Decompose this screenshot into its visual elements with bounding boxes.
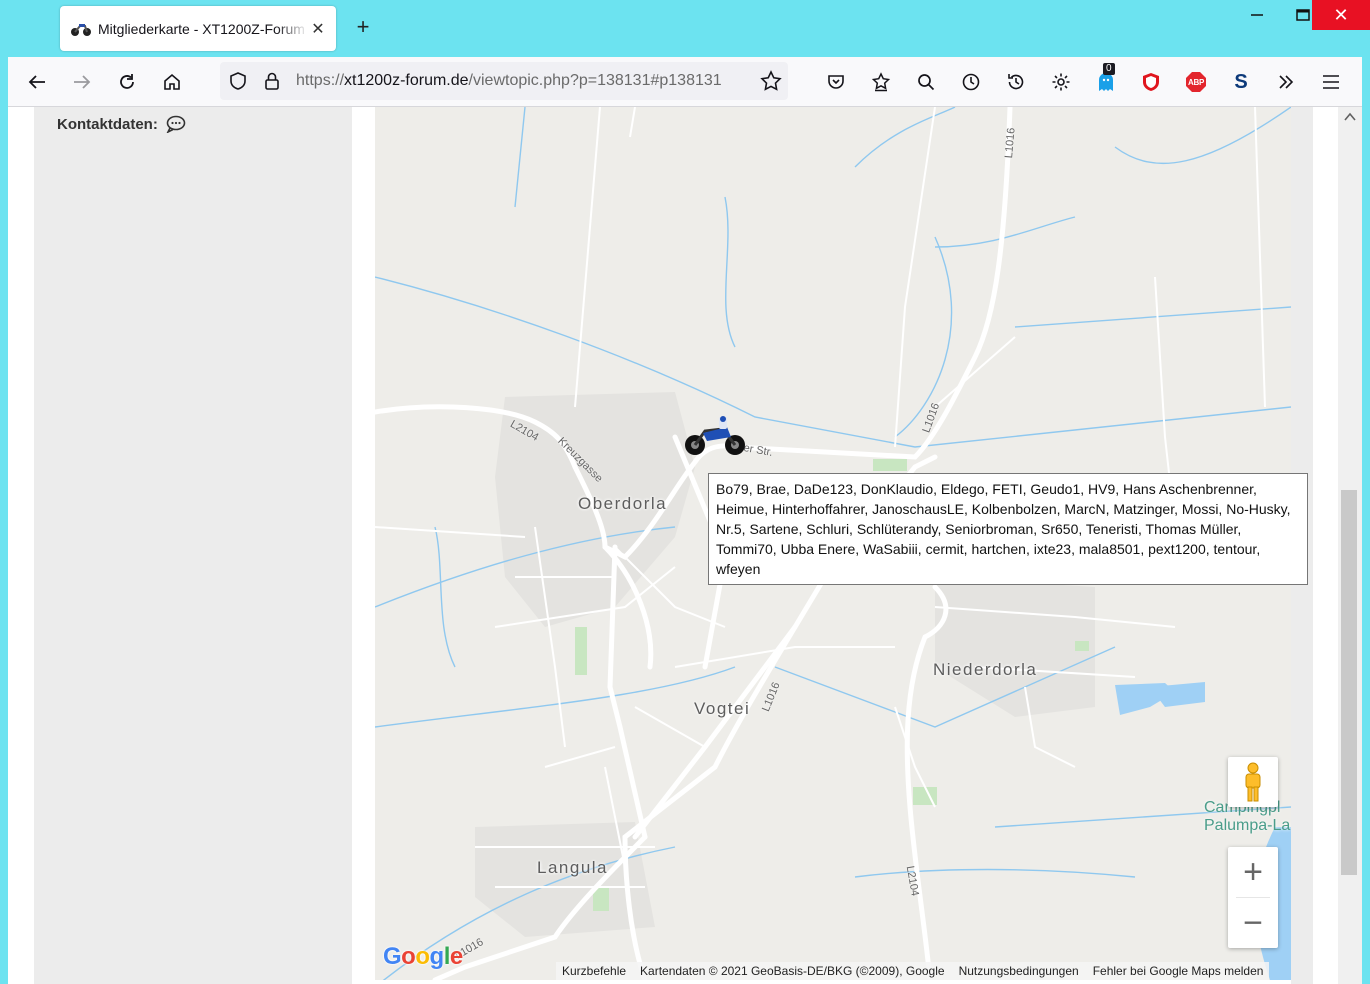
arrow-right-icon	[74, 75, 91, 89]
place-oberdorla: Oberdorla	[578, 494, 668, 513]
lock-icon[interactable]	[263, 71, 281, 91]
report-error-link[interactable]: Fehler bei Google Maps melden	[1093, 964, 1264, 978]
tab-close-icon[interactable]: ✕	[310, 19, 326, 39]
motorcycle-marker-icon[interactable]	[683, 413, 747, 457]
hamburger-icon	[1323, 75, 1339, 89]
overflow-menu-button[interactable]	[1271, 67, 1301, 97]
gear-icon	[1052, 73, 1070, 91]
speech-bubble-icon[interactable]	[166, 115, 186, 133]
minimize-button[interactable]	[1234, 0, 1280, 30]
scroll-up-arrow-icon[interactable]	[1344, 112, 1356, 122]
camping-line-2: Palumpa-La	[1204, 817, 1291, 834]
logo-letter: e	[449, 943, 463, 970]
s-extension-icon: S	[1234, 70, 1248, 93]
map-data-text: Kartendaten © 2021 GeoBasis-DE/BKG (©200…	[640, 964, 945, 978]
url-text[interactable]: https://xt1200z-forum.de/viewtopic.php?p…	[296, 72, 752, 90]
tab-title: Mitgliederkarte - XT1200Z-Forum	[98, 20, 305, 37]
extension-s-button[interactable]: S	[1226, 67, 1256, 97]
scrollbar-thumb[interactable]	[1341, 490, 1357, 875]
chevrons-right-icon	[1279, 75, 1294, 89]
logo-letter: o	[415, 943, 430, 970]
extension-badge: 0	[1103, 63, 1115, 75]
pegman-icon	[1245, 762, 1261, 802]
navigation-toolbar: https://xt1200z-forum.de/viewtopic.php?p…	[8, 57, 1362, 107]
back-button[interactable]	[22, 67, 52, 97]
url-host: xt1200z-forum.de	[344, 72, 469, 89]
history-button[interactable]	[956, 67, 986, 97]
hamburger-menu-button[interactable]	[1316, 67, 1346, 97]
place-vogtei: Vogtei	[694, 699, 751, 718]
contact-label: Kontaktdaten:	[57, 115, 158, 133]
minimize-icon	[1251, 14, 1263, 16]
place-niederdorla: Niederdorla	[933, 660, 1038, 679]
logo-letter: G	[383, 943, 402, 970]
home-icon	[164, 73, 180, 90]
keyboard-shortcuts-link[interactable]: Kurzbefehle	[562, 964, 626, 978]
tab-mitgliederkarte[interactable]: Mitgliederkarte - XT1200Z-Forum ✕	[60, 6, 336, 51]
map-attribution: Kurzbefehle Kartendaten © 2021 GeoBasis-…	[556, 962, 1270, 980]
search-icon	[918, 74, 935, 91]
red-shield-icon	[1143, 73, 1159, 91]
reload-icon	[120, 74, 134, 89]
maximize-icon	[1296, 9, 1310, 21]
new-tab-button[interactable]: +	[352, 16, 374, 38]
contact-data-row: Kontaktdaten:	[57, 115, 186, 133]
url-path: /viewtopic.php?p=138131#p138131	[468, 72, 722, 89]
logo-letter: g	[429, 943, 445, 970]
bookmark-star-icon[interactable]	[760, 70, 782, 92]
street-view-pegman[interactable]	[1228, 757, 1278, 807]
zoom-in-button[interactable]: +	[1228, 847, 1278, 897]
url-scheme: https://	[296, 72, 345, 89]
bookmarks-menu-button[interactable]	[866, 67, 896, 97]
clock-icon	[962, 73, 980, 91]
abp-label: ABP	[1188, 77, 1204, 87]
pocket-button[interactable]	[821, 67, 851, 97]
pocket-icon	[828, 75, 844, 89]
terms-link[interactable]: Nutzungsbedingungen	[959, 964, 1079, 978]
reload-button[interactable]	[112, 67, 142, 97]
place-langula: Langula	[537, 858, 609, 877]
settings-button[interactable]	[1046, 67, 1076, 97]
profile-sidebar: Kontaktdaten:	[34, 107, 352, 984]
motorcycle-favicon-icon	[71, 23, 91, 36]
member-names-tooltip: Bo79, Brae, DaDe123, DonKlaudio, Eldego,…	[708, 473, 1308, 585]
arrow-left-icon	[28, 75, 45, 89]
logo-letter: o	[401, 943, 416, 970]
title-bar: Mitgliederkarte - XT1200Z-Forum ✕ + ✕	[0, 0, 1370, 57]
zoom-out-button[interactable]: −	[1228, 898, 1278, 948]
page-scrollbar[interactable]	[1338, 107, 1362, 984]
recent-history-button[interactable]	[1001, 67, 1031, 97]
url-bar[interactable]: https://xt1200z-forum.de/viewtopic.php?p…	[220, 62, 788, 100]
history-restore-icon	[1008, 74, 1024, 90]
forward-button[interactable]	[67, 67, 97, 97]
home-button[interactable]	[157, 67, 187, 97]
star-list-icon	[871, 72, 891, 92]
search-button[interactable]	[911, 67, 941, 97]
google-logo: Google	[383, 943, 463, 971]
close-window-button[interactable]: ✕	[1312, 0, 1370, 30]
adblock-plus-button[interactable]: ABP	[1181, 67, 1211, 97]
zoom-control: + −	[1228, 847, 1278, 948]
shield-icon[interactable]	[228, 71, 248, 91]
extension-shield-button[interactable]	[1136, 67, 1166, 97]
